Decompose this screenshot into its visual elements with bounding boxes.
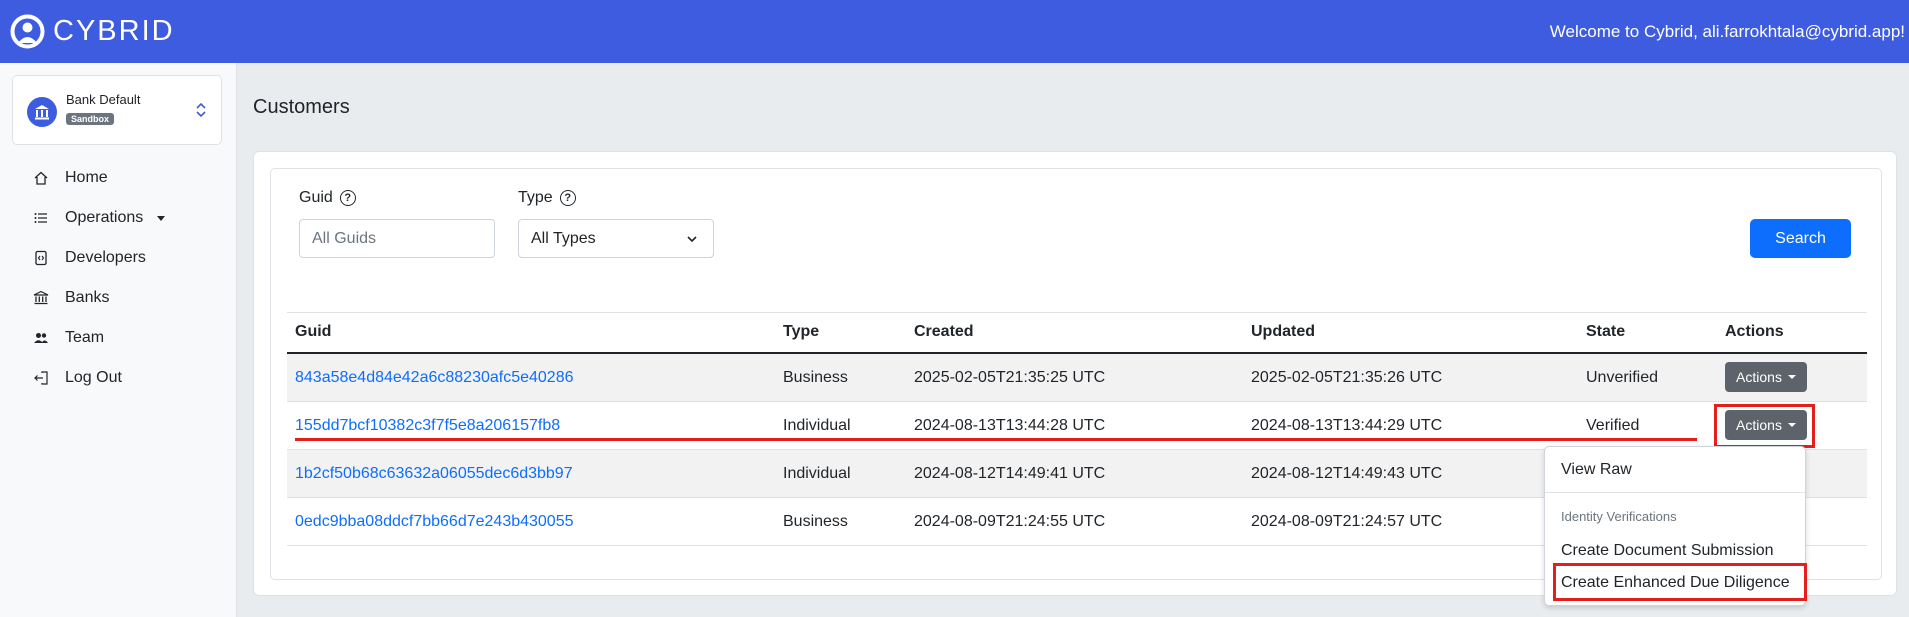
sidebar: Bank Default Sandbox Home Operations Dev… — [0, 63, 237, 617]
home-icon — [33, 170, 49, 186]
brand-name: CYBRID — [53, 15, 175, 47]
menu-item-view-raw[interactable]: View Raw — [1561, 461, 1632, 479]
type-select-value: All Types — [531, 229, 596, 247]
menu-section-header: Identity Verifications — [1561, 509, 1677, 524]
sidebar-item-home[interactable]: Home — [0, 158, 237, 198]
column-header-updated[interactable]: Updated — [1251, 323, 1315, 341]
filter-divider — [287, 312, 1867, 313]
customer-type: Individual — [783, 417, 851, 434]
column-header-guid[interactable]: Guid — [295, 323, 331, 341]
customer-guid-link[interactable]: 1b2cf50b68c63632a06055dec6d3bb97 — [295, 465, 573, 483]
customer-updated: 2025-02-05T21:35:26 UTC — [1251, 369, 1443, 386]
cybrid-logo-icon — [10, 14, 45, 49]
customer-updated: 2024-08-13T13:44:29 UTC — [1251, 417, 1443, 434]
table-row: 155dd7bcf10382c3f7f5e8a206157fb8 Individ… — [287, 402, 1867, 450]
bank-building-icon — [35, 105, 49, 120]
sidebar-item-label: Banks — [65, 289, 110, 306]
bank-selector[interactable]: Bank Default Sandbox — [12, 75, 222, 145]
customer-created: 2024-08-12T14:49:41 UTC — [914, 465, 1106, 482]
guid-label-text: Guid — [299, 189, 333, 206]
column-header-created[interactable]: Created — [914, 323, 974, 341]
sidebar-item-team[interactable]: Team — [0, 318, 237, 358]
customer-updated: 2024-08-09T21:24:57 UTC — [1251, 513, 1443, 530]
bank-icon — [33, 290, 49, 306]
actions-button-label: Actions — [1736, 369, 1782, 385]
customer-created: 2025-02-05T21:35:25 UTC — [914, 369, 1106, 386]
customer-created: 2024-08-13T13:44:28 UTC — [914, 417, 1106, 434]
sidebar-item-developers[interactable]: Developers — [0, 238, 237, 278]
logout-icon — [33, 370, 49, 386]
actions-button[interactable]: Actions — [1725, 362, 1807, 392]
customer-state: Verified — [1586, 417, 1640, 434]
bank-name: Bank Default — [66, 92, 141, 107]
customer-guid-link[interactable]: 843a58e4d84e42a6c88230afc5e40286 — [295, 369, 574, 387]
customer-type: Business — [783, 369, 848, 386]
sidebar-item-label: Developers — [65, 249, 146, 266]
code-file-icon — [33, 250, 49, 266]
row-highlight-underline — [295, 438, 1697, 441]
caret-down-icon — [1787, 375, 1796, 379]
type-filter-label: Type ? — [518, 189, 576, 207]
bank-avatar — [27, 97, 57, 127]
column-header-actions: Actions — [1725, 323, 1784, 340]
column-header-state[interactable]: State — [1586, 323, 1625, 341]
sidebar-item-label: Operations — [65, 209, 144, 226]
guid-filter-label: Guid ? — [299, 189, 356, 207]
environment-badge: Sandbox — [66, 113, 115, 125]
sidebar-item-logout[interactable]: Log Out — [0, 358, 237, 398]
sidebar-item-label: Home — [65, 169, 108, 186]
type-filter-select[interactable]: All Types — [518, 219, 714, 258]
sidebar-item-label: Log Out — [65, 369, 122, 386]
actions-highlight-box — [1714, 404, 1815, 448]
customer-type: Individual — [783, 465, 851, 482]
customer-created: 2024-08-09T21:24:55 UTC — [914, 513, 1106, 530]
customer-type: Business — [783, 513, 848, 530]
sidebar-nav: Home Operations Developers Banks Team Lo… — [0, 158, 237, 398]
customer-guid-link[interactable]: 0edc9bba08ddcf7bb66d7e243b430055 — [295, 513, 574, 531]
column-header-type[interactable]: Type — [783, 323, 819, 341]
people-icon — [33, 330, 49, 346]
search-button[interactable]: Search — [1750, 219, 1851, 258]
customer-updated: 2024-08-12T14:49:43 UTC — [1251, 465, 1443, 482]
menu-divider — [1545, 492, 1805, 493]
sidebar-item-label: Team — [65, 329, 105, 346]
brand[interactable]: CYBRID — [0, 13, 175, 50]
help-icon[interactable]: ? — [339, 190, 356, 206]
sidebar-item-operations[interactable]: Operations — [0, 198, 237, 238]
page-title: Customers — [253, 96, 350, 118]
chevron-down-icon — [687, 236, 697, 243]
type-label-text: Type — [518, 189, 553, 206]
edd-highlight-box — [1553, 563, 1807, 601]
chevron-up-down-icon[interactable] — [193, 100, 209, 120]
welcome-message: Welcome to Cybrid, ali.farrokhtala@cybri… — [1549, 21, 1905, 41]
customer-guid-link[interactable]: 155dd7bcf10382c3f7f5e8a206157fb8 — [295, 417, 560, 435]
table-row: 843a58e4d84e42a6c88230afc5e40286 Busines… — [287, 354, 1867, 402]
list-icon — [33, 210, 49, 226]
top-bar: CYBRID Welcome to Cybrid, ali.farrokhtal… — [0, 0, 1909, 63]
customer-state: Unverified — [1586, 369, 1659, 386]
guid-filter-input[interactable]: All Guids — [299, 219, 495, 258]
menu-item-create-document-submission[interactable]: Create Document Submission — [1561, 542, 1774, 560]
sidebar-item-banks[interactable]: Banks — [0, 278, 237, 318]
help-icon[interactable]: ? — [559, 190, 576, 206]
caret-down-icon — [157, 215, 166, 221]
